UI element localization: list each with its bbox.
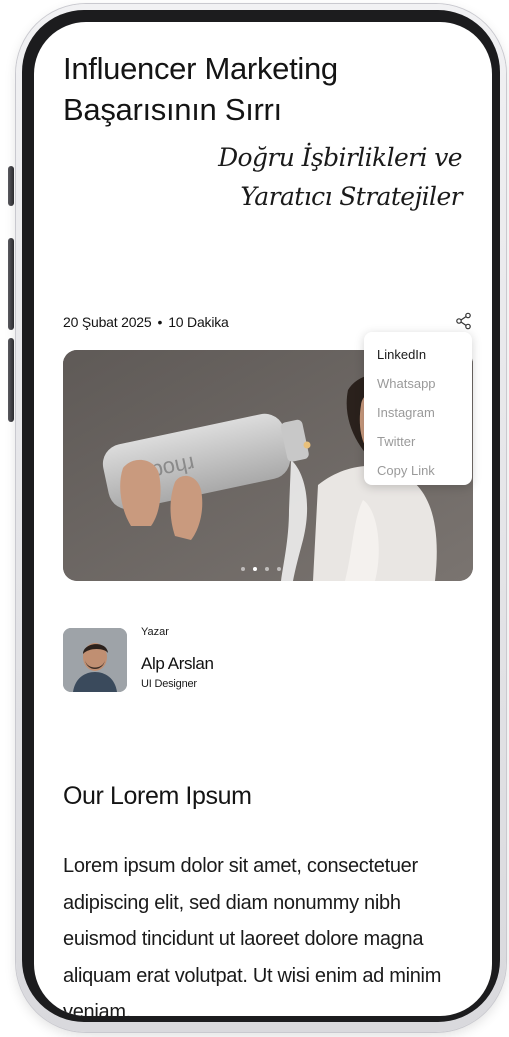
carousel-dots <box>241 567 281 571</box>
share-icon[interactable] <box>455 312 473 330</box>
article-subtitle: Doğru İşbirlikleri ve Yaratıcı Stratejil… <box>218 143 463 211</box>
share-option-instagram[interactable]: Instagram <box>364 398 472 427</box>
read-time: 10 Dakika <box>168 314 229 330</box>
section-body: Lorem ipsum dolor sit amet, consectetuer… <box>63 855 442 1016</box>
carousel-dot[interactable] <box>241 567 245 571</box>
article-title: Influencer Marketing Başarısının Sırrı <box>63 51 338 127</box>
carousel-dot[interactable] <box>265 567 269 571</box>
article-meta: 20 Şubat 2025 • 10 Dakika <box>63 314 229 330</box>
share-option-copy-link[interactable]: Copy Link <box>364 456 472 485</box>
meta-separator: • <box>157 314 163 330</box>
phone-action-button <box>8 166 14 206</box>
phone-volume-up-button <box>8 238 14 330</box>
author-role: Yazar <box>141 626 169 638</box>
publish-date: 20 Şubat 2025 <box>63 314 152 330</box>
share-option-whatsapp[interactable]: Whatsapp <box>364 369 472 398</box>
carousel-dot-active[interactable] <box>253 567 257 571</box>
section-heading: Our Lorem Ipsum <box>63 782 252 810</box>
share-menu: LinkedIn Whatsapp Instagram Twitter Copy… <box>364 332 472 485</box>
author-name[interactable]: Alp Arslan <box>141 654 214 674</box>
share-option-twitter[interactable]: Twitter <box>364 427 472 456</box>
author-avatar <box>63 628 127 692</box>
phone-screen: Influencer Marketing Başarısının Sırrı D… <box>34 22 492 1016</box>
share-option-linkedin[interactable]: LinkedIn <box>364 340 472 369</box>
author-title: UI Designer <box>141 678 197 690</box>
phone-volume-down-button <box>8 338 14 422</box>
carousel-dot[interactable] <box>277 567 281 571</box>
